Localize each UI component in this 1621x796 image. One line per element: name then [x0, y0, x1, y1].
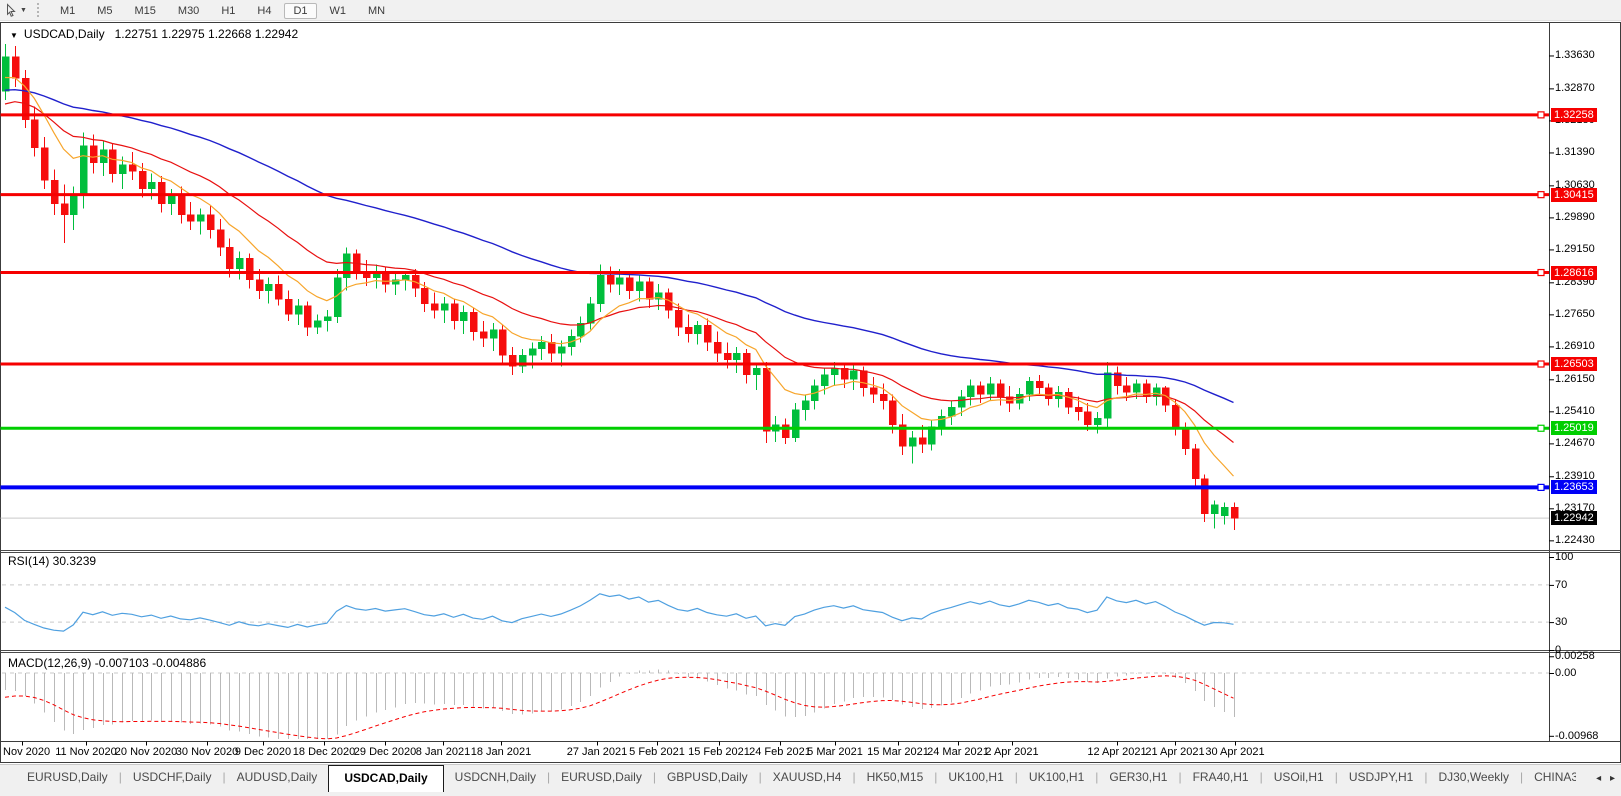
date-axis-label: 18 Jan 2021: [471, 746, 532, 758]
date-axis-label: 8 Jan 2021: [416, 746, 470, 758]
sr-line-handle[interactable]: [1538, 270, 1544, 276]
price-axis-tick: 1.29150: [1555, 243, 1595, 255]
price-axis-tick: 1.22430: [1555, 534, 1595, 546]
sr-line-handle[interactable]: [1538, 112, 1544, 118]
date-axis-label: 21 Apr 2021: [1145, 746, 1204, 758]
date-axis-label: 30 Nov 2020: [176, 746, 238, 758]
price-axis-tick: 1.27650: [1555, 308, 1595, 320]
date-axis-label: 29 Dec 2020: [354, 746, 416, 758]
date-axis-label: 15 Feb 2021: [688, 746, 750, 758]
date-axis-label: 24 Feb 2021: [749, 746, 811, 758]
price-axis-tick: 1.24670: [1555, 437, 1595, 449]
tab-scroll-controls: ◂ ▸: [1590, 773, 1615, 784]
mt4-terminal: ▼ M1M5M15M30H1H4D1W1MN ▼USDCAD,Daily1.22…: [0, 0, 1621, 796]
date-axis-label: 30 Apr 2021: [1205, 746, 1264, 758]
sr-line-handle[interactable]: [1538, 484, 1544, 490]
date-axis-label: 9 Dec 2020: [235, 746, 291, 758]
rsi-axis-tick: 70: [1555, 579, 1567, 591]
price-axis-tick: 1.33630: [1555, 49, 1595, 61]
price-axis-tick: 1.26910: [1555, 340, 1595, 352]
rsi-axis-tick: 100: [1555, 551, 1573, 563]
date-axis-label: 27 Jan 2021: [567, 746, 628, 758]
date-axis-label: 12 Apr 2021: [1087, 746, 1146, 758]
chart-symbol-period: USDCAD,Daily: [24, 27, 105, 41]
macd-axis-tick: 0.00258: [1555, 650, 1595, 662]
price-axis-tick: 1.31390: [1555, 146, 1595, 158]
date-axis-label: 11 Nov 2020: [55, 746, 117, 758]
sr-line-handle[interactable]: [1538, 425, 1544, 431]
current-price-label: 1.22942: [1551, 511, 1597, 525]
macd-signal-line: [5, 676, 1234, 739]
chart-frame: [1, 23, 1621, 763]
price-level-label: 1.23653: [1551, 480, 1597, 494]
chart-title: ▼ USDCAD,Daily 1.22751 1.22975 1.22668 1.2…: [10, 27, 298, 41]
price-level-label: 1.32258: [1551, 108, 1597, 122]
chart-ohlc-values: 1.22751 1.22975 1.22668 1.22942: [115, 27, 299, 41]
price-axis-tick: 1.29890: [1555, 211, 1595, 223]
date-axis-label: 20 Nov 2020: [115, 746, 177, 758]
macd-axis-tick: -0.00968: [1555, 730, 1598, 742]
ma-slow-line: [5, 90, 1234, 403]
candlestick-series: [2, 44, 1238, 530]
sr-line-handle[interactable]: [1538, 361, 1544, 367]
date-axis-label: 5 Mar 2021: [807, 746, 863, 758]
price-axis-tick: 1.26150: [1555, 373, 1595, 385]
macd-indicator-label: MACD(12,26,9) -0.007103 -0.004886: [8, 656, 206, 670]
macd-axis-tick: 0.00: [1555, 667, 1576, 679]
price-axis-tick: 1.32870: [1555, 82, 1595, 94]
rsi-line: [5, 594, 1234, 631]
price-level-label: 1.30415: [1551, 188, 1597, 202]
sr-line-handle[interactable]: [1538, 192, 1544, 198]
date-axis-label: 15 Mar 2021: [867, 746, 929, 758]
price-level-label: 1.25019: [1551, 421, 1597, 435]
rsi-axis-tick: 30: [1555, 616, 1567, 628]
sr-lines: [1, 112, 1550, 491]
price-level-label: 1.26503: [1551, 357, 1597, 371]
date-axis-label: 24 Mar 2021: [927, 746, 989, 758]
price-axis-tick: 1.25410: [1555, 405, 1595, 417]
rsi-indicator-label: RSI(14) 30.3239: [8, 554, 96, 568]
symbol-dropdown-icon[interactable]: ▼: [10, 31, 18, 40]
date-axis-label: 5 Feb 2021: [629, 746, 685, 758]
date-axis-label: 18 Dec 2020: [293, 746, 355, 758]
chart-canvas[interactable]: [0, 0, 1621, 796]
price-level-label: 1.28616: [1551, 266, 1597, 280]
date-axis-label: 2 Apr 2021: [985, 746, 1038, 758]
macd-histogram: [6, 669, 1235, 739]
date-axis-label: 2 Nov 2020: [0, 746, 50, 758]
tab-scroll-right-icon[interactable]: ▸: [1610, 773, 1615, 784]
tab-scroll-left-icon[interactable]: ◂: [1596, 773, 1601, 784]
